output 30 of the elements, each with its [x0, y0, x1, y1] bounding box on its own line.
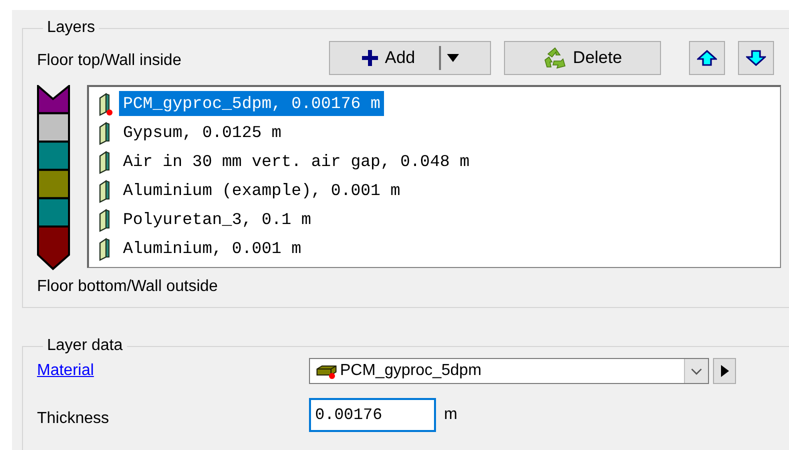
layer-item[interactable]: Gypsum, 0.0125 m — [119, 120, 286, 145]
play-icon — [720, 365, 728, 377]
group-title: Layer data — [46, 336, 124, 356]
move-down-button[interactable] — [738, 41, 774, 75]
add-button[interactable]: Add — [329, 41, 491, 75]
delete-button[interactable]: Delete — [504, 41, 661, 75]
layer-item[interactable]: Aluminium, 0.001 m — [119, 236, 306, 261]
layer-item[interactable]: PCM_gyproc_5dpm, 0.00176 m — [119, 91, 384, 116]
browse-button[interactable] — [713, 358, 736, 384]
caret-icon — [447, 54, 460, 62]
group-title: Layers — [46, 18, 96, 38]
chevron-icon — [684, 359, 708, 383]
move-up-button[interactable] — [689, 41, 725, 75]
material-dropdown[interactable]: PCM_gyproc_5dpm — [309, 358, 709, 384]
up-arrow-icon — [697, 50, 717, 66]
layer-item[interactable]: Aluminium (example), 0.001 m — [119, 178, 404, 203]
thickness-field[interactable]: 0.00176 — [309, 398, 436, 432]
layer-item[interactable]: Air in 30 mm vert. air gap, 0.048 m — [119, 149, 474, 174]
plus-icon — [360, 49, 379, 67]
down-arrow-icon — [746, 50, 766, 66]
material-link[interactable]: Material — [37, 362, 94, 379]
top-label: Floor top/Wall inside — [37, 51, 182, 71]
material-icon — [314, 363, 338, 379]
unit-label: m — [444, 405, 458, 425]
recycle-icon — [542, 46, 567, 70]
thickness-label: Thickness — [37, 409, 110, 429]
layer-icon — [97, 92, 113, 116]
layer-item[interactable]: Polyuretan_3, 0.1 m — [119, 207, 316, 232]
bottom-label: Floor bottom/Wall outside — [37, 277, 218, 297]
material-value: PCM_gyproc_5dpm — [340, 361, 482, 381]
